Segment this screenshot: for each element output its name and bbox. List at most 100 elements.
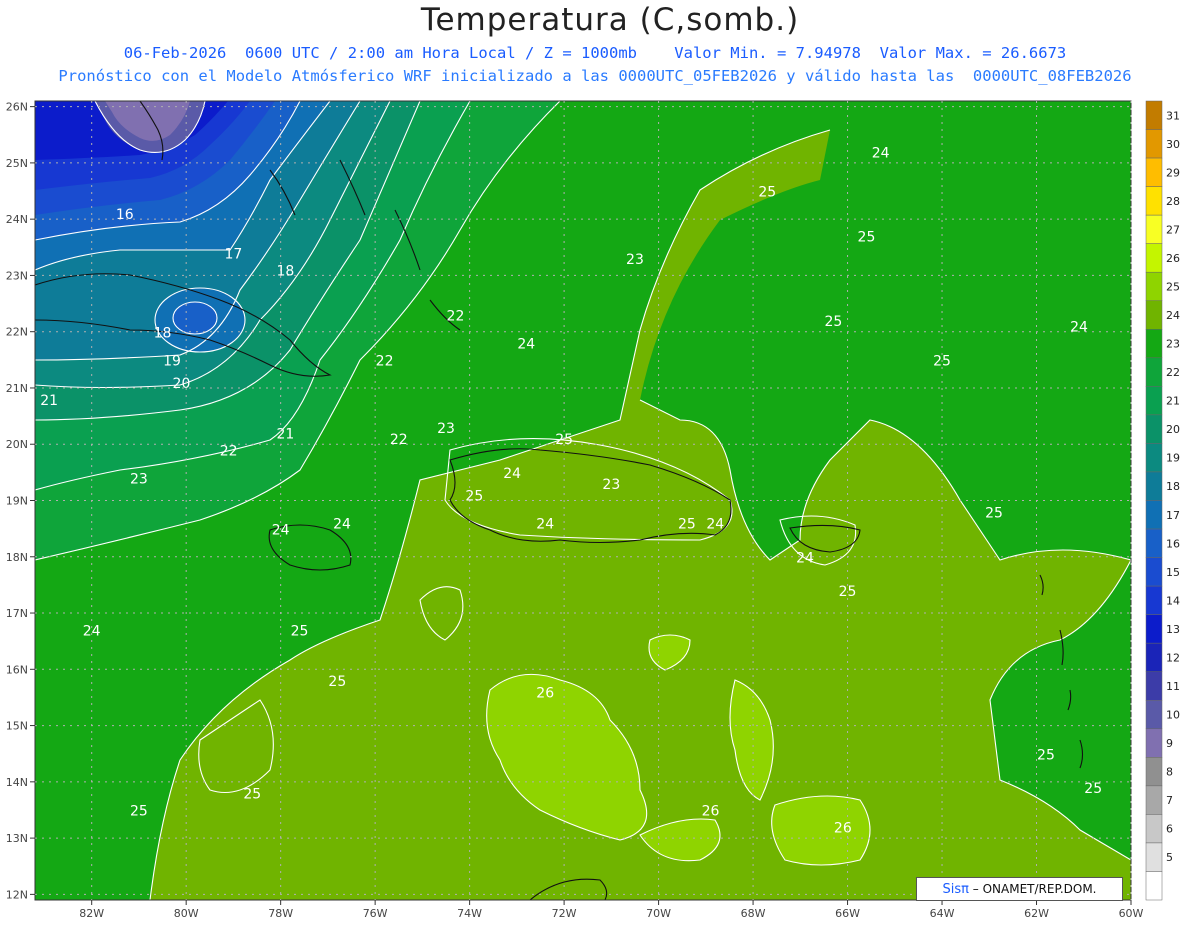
colorbar-swatch <box>1145 157 1163 187</box>
contour-label: 25 <box>130 804 148 820</box>
contour-label: 21 <box>40 393 58 409</box>
colorbar-swatch <box>1145 414 1163 444</box>
colorbar-label: 22 <box>1166 366 1180 379</box>
colorbar-swatch <box>1145 100 1163 130</box>
contour-label: 25 <box>328 674 346 690</box>
temperature-colorbar: 31 30 29 28 27 26 25 24 23 22 21 20 19 18 17 16 15 14 13 12… <box>1145 100 1180 901</box>
colorbar-swatch <box>1145 671 1163 701</box>
colorbar-swatch <box>1145 186 1163 216</box>
lat-tick-label: 19N <box>6 495 28 508</box>
contour-label: 24 <box>517 337 535 353</box>
contour-label: 16 <box>116 207 134 223</box>
contour-label: 25 <box>1084 781 1102 797</box>
colorbar-label: 31 <box>1166 109 1180 122</box>
colorbar-label: 17 <box>1166 509 1180 522</box>
colorbar-label: 23 <box>1166 338 1180 351</box>
lat-tick-label: 24N <box>6 213 28 226</box>
contour-label: 19 <box>163 353 181 369</box>
lat-tick-label: 12N <box>6 888 28 901</box>
lat-tick-label: 23N <box>6 269 28 282</box>
colorbar-label: 16 <box>1166 537 1180 550</box>
temperature-map: 82W 80W 78W 76W 74W 72W 70W 68W 66W 64W 62W 60W 26N 2… <box>6 100 1180 920</box>
colorbar-label: 8 <box>1166 766 1173 779</box>
colorbar-swatch <box>1145 271 1163 302</box>
lat-tick-label: 26N <box>6 101 28 114</box>
lat-tick-label: 20N <box>6 438 28 451</box>
colorbar-label: 9 <box>1166 737 1173 750</box>
colorbar-label: 28 <box>1166 195 1180 208</box>
colorbar-swatch <box>1145 500 1163 530</box>
contour-label: 25 <box>678 517 696 533</box>
contour-label: 23 <box>602 477 620 493</box>
colorbar-label: 15 <box>1166 566 1180 579</box>
colorbar-swatch <box>1145 700 1163 730</box>
colorbar-label: 5 <box>1166 851 1173 864</box>
contour-label: 25 <box>824 314 842 330</box>
colorbar-swatch <box>1145 814 1163 844</box>
colorbar-label: 24 <box>1166 309 1180 322</box>
contour-label: 22 <box>220 443 238 459</box>
colorbar-label: 20 <box>1166 423 1180 436</box>
sispi-logo-text: Sisπ <box>942 882 969 897</box>
colorbar-swatch <box>1145 357 1163 387</box>
contour-label: 18 <box>276 263 294 279</box>
colorbar-swatch <box>1145 614 1163 644</box>
contour-label: 23 <box>626 252 644 268</box>
colorbar-swatch <box>1145 300 1163 330</box>
contour-label: 25 <box>291 624 309 640</box>
colorbar-label: 25 <box>1166 280 1180 293</box>
colorbar-swatch <box>1145 785 1163 815</box>
contour-label: 25 <box>933 353 951 369</box>
contour-label: 26 <box>536 685 554 701</box>
colorbar-label: 13 <box>1166 623 1180 636</box>
contour-label: 22 <box>390 432 408 448</box>
contour-label: 24 <box>272 522 290 538</box>
lat-tick-label: 15N <box>6 720 28 733</box>
colorbar-label: 14 <box>1166 594 1180 607</box>
contour-label: 23 <box>437 421 455 437</box>
colorbar-label: 18 <box>1166 480 1180 493</box>
lon-tick-label: 72W <box>552 907 577 920</box>
contour-label: 24 <box>706 517 724 533</box>
contour-label: 25 <box>758 185 776 201</box>
colorbar-label: 19 <box>1166 452 1180 465</box>
colorbar-label: 7 <box>1166 794 1173 807</box>
contour-label: 23 <box>130 472 148 488</box>
contour-label: 17 <box>224 247 242 263</box>
lat-tick-label: 14N <box>6 776 28 789</box>
lon-tick-label: 68W <box>741 907 766 920</box>
contour-label: 21 <box>276 427 294 443</box>
lon-tick-label: 80W <box>174 907 199 920</box>
lat-tick-label: 18N <box>6 551 28 564</box>
colorbar-swatch <box>1145 585 1163 615</box>
contour-label: 24 <box>83 624 101 640</box>
colorbar-label: 29 <box>1166 166 1180 179</box>
colorbar-swatch <box>1145 443 1163 473</box>
contour-label: 25 <box>243 787 261 803</box>
contour-label: 24 <box>1070 320 1088 336</box>
lon-tick-label: 60W <box>1119 907 1144 920</box>
contour-label: 25 <box>985 505 1003 521</box>
lon-tick-label: 82W <box>79 907 104 920</box>
lon-tick-label: 62W <box>1024 907 1049 920</box>
colorbar-swatch <box>1145 386 1163 416</box>
lat-tick-label: 22N <box>6 326 28 339</box>
credit-text: – ONAMET/REP.DOM. <box>972 882 1097 896</box>
colorbar-swatch <box>1145 528 1163 558</box>
contour-label: 24 <box>333 517 351 533</box>
lon-tick-label: 64W <box>930 907 955 920</box>
lat-tick-label: 13N <box>6 832 28 845</box>
colorbar-label: 6 <box>1166 823 1173 836</box>
lat-tick-label: 17N <box>6 607 28 620</box>
colorbar-label: 10 <box>1166 709 1180 722</box>
lat-tick-label: 21N <box>6 382 28 395</box>
colorbar-swatch <box>1145 329 1163 359</box>
contour-label: 24 <box>796 550 814 566</box>
colorbar-swatch <box>1145 471 1163 501</box>
contour-label: 22 <box>447 308 465 324</box>
contour-label: 25 <box>555 432 573 448</box>
lon-tick-label: 70W <box>646 907 671 920</box>
lat-tick-label: 16N <box>6 663 28 676</box>
colorbar-swatch <box>1145 842 1163 872</box>
colorbar-swatch <box>1145 728 1163 758</box>
